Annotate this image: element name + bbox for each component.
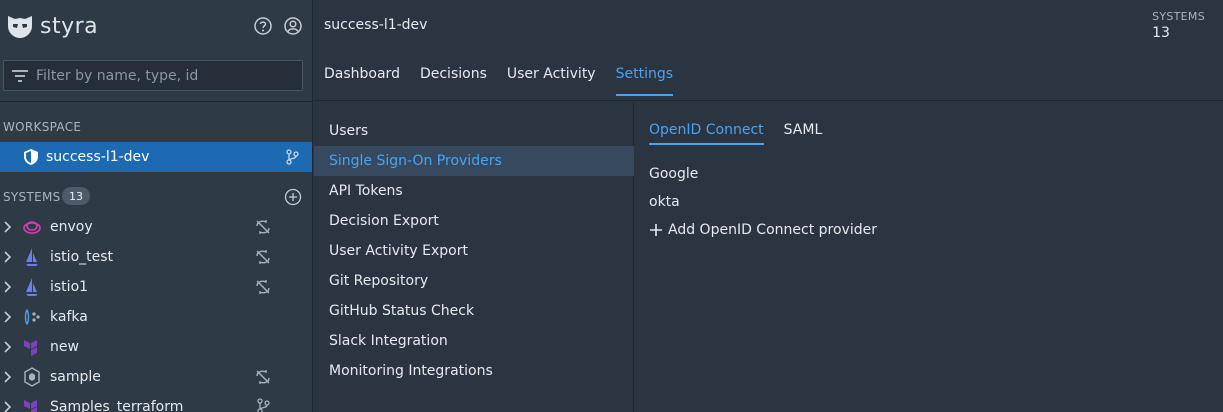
git-branch-icon[interactable] — [285, 149, 299, 165]
account-icon[interactable] — [283, 16, 303, 36]
system-label: new — [50, 339, 79, 355]
sso-tabs: OpenID Connect SAML — [649, 122, 842, 145]
add-openid-provider-label: Add OpenID Connect provider — [668, 222, 877, 238]
chevron-right-icon[interactable] — [3, 341, 13, 353]
system-row-istio-test[interactable]: istio_test — [0, 242, 312, 272]
settings-nav-api-tokens[interactable]: API Tokens — [314, 176, 634, 206]
system-row-new[interactable]: new — [0, 332, 312, 362]
settings-nav-decision-export[interactable]: Decision Export — [314, 206, 634, 236]
sso-panel: OpenID Connect SAML Google okta Add Open… — [635, 102, 1223, 412]
systems-summary-label: SYSTEMS — [1152, 10, 1205, 23]
sync-disabled-icon — [256, 220, 270, 234]
settings-nav-user-activity-export[interactable]: User Activity Export — [314, 236, 634, 266]
filter-input[interactable] — [36, 67, 296, 84]
system-row-envoy[interactable]: envoy — [0, 212, 312, 242]
systems-summary-value: 13 — [1152, 25, 1170, 41]
filter-icon — [12, 69, 28, 82]
istio-icon — [26, 278, 38, 296]
chevron-right-icon[interactable] — [3, 401, 13, 412]
settings-nav-git-repository[interactable]: Git Repository — [314, 266, 634, 296]
settings-nav: Users Single Sign-On Providers API Token… — [314, 102, 634, 412]
main-tabs: Dashboard Decisions User Activity Settin… — [324, 66, 693, 96]
add-openid-provider-button[interactable]: Add OpenID Connect provider — [649, 222, 877, 238]
brand-name: styra — [40, 13, 99, 39]
system-row-sample[interactable]: sample — [0, 362, 312, 392]
brand[interactable]: styra — [4, 10, 98, 42]
settings-nav-monitoring-integrations[interactable]: Monitoring Integrations — [314, 356, 634, 386]
system-label: istio1 — [50, 279, 89, 295]
filter-field[interactable] — [3, 60, 303, 91]
terraform-icon — [24, 400, 37, 412]
chevron-right-icon[interactable] — [3, 251, 13, 263]
system-row-samples-terraform[interactable]: Samples_terraform — [0, 392, 312, 412]
system-label: istio_test — [50, 249, 114, 265]
settings-nav-users[interactable]: Users — [314, 116, 634, 146]
tab-dashboard[interactable]: Dashboard — [324, 66, 400, 96]
system-row-istio1[interactable]: istio1 — [0, 272, 312, 302]
workspace-section-label: WORKSPACE — [3, 120, 82, 134]
page-title: success-l1-dev — [324, 17, 428, 33]
kubernetes-icon — [24, 367, 40, 387]
system-label: envoy — [50, 219, 93, 235]
system-label: sample — [50, 369, 101, 385]
terraform-icon — [24, 340, 37, 356]
main-header: success-l1-dev SYSTEMS 13 Dashboard Deci… — [314, 0, 1223, 101]
istio-icon — [26, 248, 38, 266]
tab-decisions[interactable]: Decisions — [420, 66, 487, 96]
sidebar-divider — [0, 101, 312, 102]
chevron-right-icon[interactable] — [3, 281, 13, 293]
settings-nav-slack-integration[interactable]: Slack Integration — [314, 326, 634, 356]
plus-icon — [650, 224, 662, 236]
systems-summary: SYSTEMS 13 — [1152, 10, 1205, 41]
system-label: kafka — [50, 309, 88, 325]
chevron-right-icon[interactable] — [3, 371, 13, 383]
sync-disabled-icon — [256, 250, 270, 264]
systems-count-badge: 13 — [62, 187, 90, 205]
tab-saml[interactable]: SAML — [784, 122, 823, 145]
sidebar: styra WORKSPACE success-l1-dev — [0, 0, 313, 412]
sync-disabled-icon — [256, 370, 270, 384]
provider-google[interactable]: Google — [649, 166, 698, 182]
chevron-right-icon[interactable] — [3, 311, 13, 323]
provider-okta[interactable]: okta — [649, 194, 680, 210]
settings-nav-sso-providers[interactable]: Single Sign-On Providers — [314, 146, 634, 176]
shield-icon — [24, 149, 38, 165]
workspace-item-label: success-l1-dev — [46, 149, 150, 165]
envoy-icon — [23, 221, 41, 234]
sync-disabled-icon — [256, 280, 270, 294]
settings-nav-github-status-check[interactable]: GitHub Status Check — [314, 296, 634, 326]
tab-openid-connect[interactable]: OpenID Connect — [649, 122, 764, 145]
chevron-right-icon[interactable] — [3, 221, 13, 233]
systems-section-label: SYSTEMS — [3, 190, 61, 204]
system-row-kafka[interactable]: kafka — [0, 302, 312, 332]
help-icon[interactable] — [253, 16, 273, 36]
tab-user-activity[interactable]: User Activity — [507, 66, 596, 96]
add-system-icon[interactable] — [284, 188, 302, 206]
kafka-icon — [24, 308, 40, 326]
workspace-item[interactable]: success-l1-dev — [0, 142, 312, 172]
tab-settings[interactable]: Settings — [615, 66, 674, 96]
git-branch-icon — [257, 398, 270, 412]
styra-logo-icon — [8, 16, 32, 38]
system-label: Samples_terraform — [50, 399, 184, 412]
